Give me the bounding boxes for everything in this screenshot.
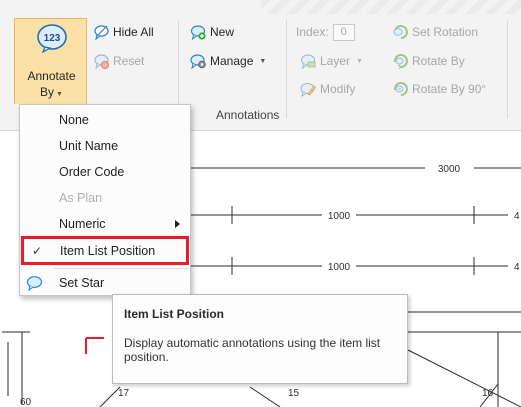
menu-item-set-start[interactable]: Set Star xyxy=(20,270,190,296)
menu-item-label: Numeric xyxy=(59,217,106,231)
checkmark-icon: ✓ xyxy=(32,243,43,258)
annotation-label: 17 xyxy=(118,388,130,399)
menu-item-numeric[interactable]: Numeric xyxy=(20,211,190,237)
rotation-90-icon xyxy=(393,82,408,96)
annotations-group-label: Annotations xyxy=(216,108,280,122)
set-rotation-label: Set Rotation xyxy=(412,25,479,39)
rotate-by-label: Rotate By xyxy=(412,54,465,68)
ribbon-divider xyxy=(286,20,287,118)
ribbon-background-pattern xyxy=(261,0,521,14)
set-rotation-button[interactable]: Set Rotation xyxy=(392,22,478,42)
annotate-by-button[interactable]: 123 Annotate By ▼ xyxy=(14,18,87,104)
annotation-label: 15 xyxy=(288,388,300,399)
speech-bubble-outline-icon xyxy=(94,25,109,40)
hide-all-label: Hide All xyxy=(113,25,154,39)
hide-all-button[interactable]: Hide All xyxy=(93,22,154,42)
modify-label: Modify xyxy=(320,82,356,96)
rotate-by-90-label: Rotate By 90° xyxy=(412,82,487,96)
speech-bubble-gear-icon xyxy=(190,54,206,69)
menu-item-order-code[interactable]: Order Code xyxy=(20,159,190,185)
menu-item-label: As Plan xyxy=(59,191,103,205)
menu-item-label: Unit Name xyxy=(59,139,119,153)
speech-bubble-pencil-icon xyxy=(300,82,316,97)
new-label: New xyxy=(210,25,235,39)
manage-label: Manage xyxy=(210,54,254,68)
annotate-by-label: Annotate xyxy=(27,69,76,83)
tooltip-title: Item List Position xyxy=(124,307,225,321)
reset-label: Reset xyxy=(113,54,145,68)
dimension-edge-label: 4 xyxy=(514,262,520,273)
menu-separator xyxy=(54,268,188,269)
speech-bubble-start-icon xyxy=(26,276,43,291)
chevron-down-icon: ▼ xyxy=(356,57,363,65)
reset-button[interactable]: Reset xyxy=(93,51,144,71)
truss-line xyxy=(249,386,281,407)
dimension-1000: 1000 xyxy=(328,262,351,273)
badge-123-icon: 123 xyxy=(37,24,67,53)
svg-text:123: 123 xyxy=(44,33,61,44)
rotation-icon xyxy=(393,54,408,69)
tooltip-body: Display automatic annotations using the … xyxy=(124,336,381,364)
dimension-edge-label: 4 xyxy=(514,211,520,222)
speech-bubble-add-icon xyxy=(190,25,206,40)
menu-item-unit-name[interactable]: Unit Name xyxy=(20,133,190,159)
layer-label: Layer xyxy=(320,54,351,68)
rotate-by-button[interactable]: Rotate By xyxy=(392,51,465,71)
manage-button[interactable]: Manage ▼ xyxy=(190,51,266,71)
menu-item-as-plan: As Plan xyxy=(20,185,190,211)
rotate-by-90-button[interactable]: Rotate By 90° xyxy=(392,79,486,99)
new-annotation-button[interactable]: New xyxy=(190,22,234,42)
annotate-by-label-line2: By ▼ xyxy=(40,85,63,99)
modify-button[interactable]: Modify xyxy=(300,79,355,99)
index-field-group: Index: 0 xyxy=(296,22,355,42)
truss-line xyxy=(99,386,121,407)
menu-item-item-list-position[interactable]: ✓ Item List Position xyxy=(21,236,189,265)
menu-item-label: None xyxy=(59,113,89,127)
truss-line xyxy=(407,349,521,407)
menu-item-label: Item List Position xyxy=(60,243,156,258)
tooltip: Item List Position Display automatic ann… xyxy=(112,294,408,384)
speech-bubble-reset-icon xyxy=(94,54,109,69)
menu-item-label: Order Code xyxy=(59,165,125,179)
menu-item-none[interactable]: None xyxy=(20,107,190,133)
rotation-set-icon xyxy=(393,25,408,39)
annotation-label: 60 xyxy=(20,397,32,407)
annotate-by-menu: None Unit Name Order Code As Plan Numeri… xyxy=(19,104,191,296)
index-input[interactable]: 0 xyxy=(332,23,355,41)
ribbon-divider xyxy=(507,20,508,118)
menu-item-label: Set Star xyxy=(59,276,105,290)
dimension-1000: 1000 xyxy=(328,211,351,222)
submenu-arrow-icon xyxy=(175,220,180,228)
annotation-label: 16 xyxy=(482,388,494,399)
dimension-3000: 3000 xyxy=(438,164,461,175)
chevron-down-icon: ▼ xyxy=(56,91,63,98)
chevron-down-icon: ▼ xyxy=(259,57,267,65)
index-label: Index: xyxy=(296,25,329,39)
layer-button[interactable]: Layer ▼ xyxy=(300,51,363,71)
speech-bubble-layer-icon xyxy=(300,54,316,69)
